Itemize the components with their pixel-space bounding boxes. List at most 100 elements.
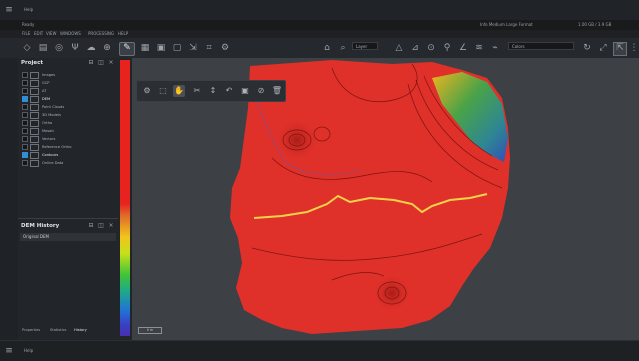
- grid-icon[interactable]: ▦: [140, 43, 150, 53]
- layer-checkbox[interactable]: [22, 136, 28, 142]
- select-area-icon[interactable]: ⬚: [157, 85, 169, 97]
- menu-processing[interactable]: PROCESSING: [88, 31, 114, 37]
- layer-checkbox[interactable]: [22, 80, 28, 86]
- images-icon: [30, 71, 39, 79]
- layer-item[interactable]: Reference Ortho: [22, 143, 71, 151]
- colors-dropdown[interactable]: Colors: [508, 42, 574, 50]
- layer-checkbox[interactable]: [22, 144, 28, 150]
- layer-item[interactable]: Images: [22, 71, 55, 79]
- history-float-icon[interactable]: ◫: [96, 221, 106, 231]
- settings-icon[interactable]: ⚙: [220, 43, 230, 53]
- status-left: Ready: [22, 22, 35, 27]
- cloud-icon[interactable]: ☁: [86, 43, 96, 53]
- angle-icon[interactable]: ∠: [458, 43, 468, 53]
- trash-icon[interactable]: 🗑: [271, 85, 283, 97]
- left-icon-strip: [0, 58, 19, 340]
- fullscreen-icon[interactable]: ⤢: [598, 43, 608, 53]
- scale-indicator: 0 m: [138, 327, 162, 334]
- undo-icon[interactable]: ↶: [223, 85, 235, 97]
- dem-icon: [30, 95, 39, 103]
- hand-icon[interactable]: ✋: [173, 85, 185, 97]
- menu-view[interactable]: VIEW: [46, 31, 56, 37]
- panel-float-icon[interactable]: ◫: [96, 58, 106, 68]
- move-vertical-icon[interactable]: ↕: [207, 85, 219, 97]
- tab-history[interactable]: History: [74, 326, 87, 334]
- layer-dropdown[interactable]: Layer: [352, 42, 378, 50]
- layer-item[interactable]: DEM: [22, 95, 50, 103]
- layer-checkbox[interactable]: [22, 120, 28, 126]
- layer-checkbox[interactable]: [22, 112, 28, 118]
- status-middle: Info Medium Large Format: [480, 22, 533, 27]
- search-icon[interactable]: ⌕: [338, 43, 348, 53]
- tree-icon[interactable]: Ψ: [70, 43, 80, 53]
- menu-icon[interactable]: ≡: [4, 5, 14, 15]
- history-row[interactable]: Original DEM: [20, 233, 116, 241]
- panel-divider: [18, 218, 118, 219]
- mosaic-icon: [30, 127, 39, 135]
- layer-checkbox[interactable]: [22, 72, 28, 78]
- panel-pin-icon[interactable]: ⊟: [86, 58, 96, 68]
- menu-icon[interactable]: ≡: [4, 346, 14, 356]
- models-icon: [30, 111, 39, 119]
- cube-icon[interactable]: ◇: [22, 43, 32, 53]
- point-clouds-icon: [30, 103, 39, 111]
- mountain-icon[interactable]: △: [394, 43, 404, 53]
- save-icon[interactable]: ▣: [239, 85, 251, 97]
- layers-icon[interactable]: ▤: [38, 43, 48, 53]
- layer-checkbox[interactable]: [22, 152, 28, 158]
- layer-checkbox[interactable]: [22, 96, 28, 102]
- vectors-icon: [30, 135, 39, 143]
- layer-item[interactable]: Contours: [22, 151, 58, 159]
- layer-checkbox[interactable]: [22, 104, 28, 110]
- pointer-icon[interactable]: ⇱: [613, 42, 627, 56]
- pin-icon[interactable]: ⚲: [442, 43, 452, 53]
- layer-item[interactable]: GCP: [22, 79, 49, 87]
- layer-item[interactable]: AT: [22, 87, 46, 95]
- contours-icon: [30, 151, 39, 159]
- edit-icon[interactable]: ✎: [119, 42, 135, 56]
- layer-checkbox[interactable]: [22, 88, 28, 94]
- more-icon[interactable]: ⋮: [629, 43, 639, 53]
- image-icon[interactable]: ▣: [156, 43, 166, 53]
- ruler-icon[interactable]: ⊿: [410, 43, 420, 53]
- cancel-icon[interactable]: ⊘: [255, 85, 267, 97]
- home-icon[interactable]: ⌂: [322, 43, 332, 53]
- cut-icon[interactable]: ✂: [191, 85, 203, 97]
- layer-item[interactable]: Online Data: [22, 159, 63, 167]
- brush-icon[interactable]: ⌁: [490, 43, 500, 53]
- panel-close-icon[interactable]: ×: [106, 58, 116, 68]
- online-data-icon: [30, 159, 39, 167]
- contour-icon[interactable]: ≋: [474, 43, 484, 53]
- layer-item[interactable]: 3D Models: [22, 111, 61, 119]
- color-scale: [118, 58, 132, 340]
- elevation-colorbar: [120, 60, 130, 336]
- crop-icon[interactable]: ⌗: [204, 43, 214, 53]
- frame-icon[interactable]: ▢: [172, 43, 182, 53]
- layer-checkbox[interactable]: [22, 128, 28, 134]
- edit-floating-toolbar: ⚙ ⬚ ✋ ✂ ↕ ↶ ▣ ⊘ 🗑: [136, 80, 286, 102]
- layer-item[interactable]: Point Clouds: [22, 103, 64, 111]
- globe-icon[interactable]: ◎: [54, 43, 64, 53]
- refresh-icon[interactable]: ↻: [582, 43, 592, 53]
- layer-checkbox[interactable]: [22, 160, 28, 166]
- reference-ortho-icon: [30, 143, 39, 151]
- export-icon[interactable]: ⇲: [188, 43, 198, 53]
- tab-properties[interactable]: Properties: [22, 326, 40, 334]
- settings-icon[interactable]: ⚙: [141, 85, 153, 97]
- zoom-icon[interactable]: ⊙: [426, 43, 436, 53]
- layer-item[interactable]: Mosaic: [22, 127, 54, 135]
- tab-statistics[interactable]: Statistics: [50, 326, 66, 334]
- top-title: Help: [24, 7, 34, 12]
- layer-item[interactable]: Ortho: [22, 119, 52, 127]
- target-icon[interactable]: ⊕: [102, 43, 112, 53]
- layer-item[interactable]: Vectors: [22, 135, 55, 143]
- history-item: Original DEM: [23, 234, 49, 239]
- status-right: 1.00 GB / 3.9 GB: [578, 22, 612, 27]
- menu-file[interactable]: FILE: [22, 31, 30, 37]
- menu-help[interactable]: HELP: [118, 31, 128, 37]
- history-close-icon[interactable]: ×: [106, 221, 116, 231]
- main-toolbar: ◇ ▤ ◎ Ψ ☁ ⊕ ✎ ▦ ▣ ▢ ⇲ ⌗ ⚙ ⌂ ⌕ Layer △ ⊿ …: [0, 38, 639, 59]
- menu-windows[interactable]: WINDOWS: [60, 31, 81, 37]
- menu-edit[interactable]: EDIT: [34, 31, 43, 37]
- history-pin-icon[interactable]: ⊟: [86, 221, 96, 231]
